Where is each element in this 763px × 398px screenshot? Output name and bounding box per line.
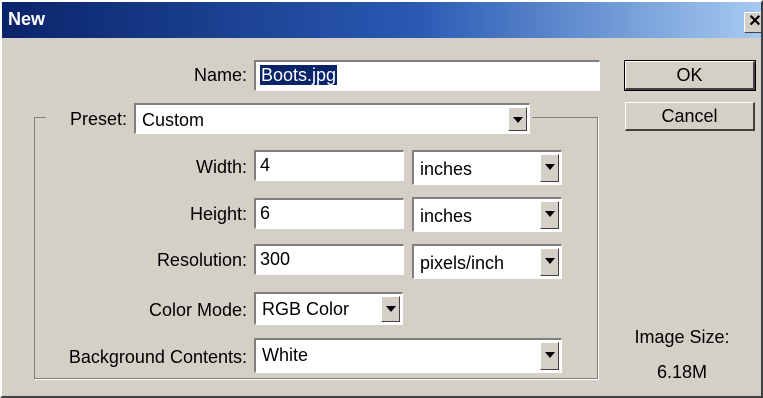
width-unit-chevron-down-icon[interactable]: [540, 154, 559, 182]
color-mode-dropdown[interactable]: RGB Color: [254, 292, 403, 325]
dialog-title: New: [8, 9, 46, 29]
image-size-value: 6.18M: [656, 362, 708, 382]
width-unit-value: inches: [420, 159, 473, 179]
height-unit-chevron-down-icon[interactable]: [540, 201, 559, 229]
width-label: Width:: [195, 157, 247, 177]
name-label: Name:: [193, 65, 247, 85]
name-input[interactable]: Boots.jpg: [254, 60, 600, 91]
resolution-value: 300: [260, 249, 291, 269]
new-document-dialog: New ✕ Name: Boots.jpg Preset: Custom Wid…: [0, 0, 763, 398]
resolution-unit-chevron-down-icon[interactable]: [540, 248, 559, 276]
color-mode-chevron-down-icon[interactable]: [381, 296, 400, 322]
width-input[interactable]: 4: [254, 150, 404, 181]
background-contents-value: White: [262, 345, 309, 365]
height-label: Height:: [189, 204, 247, 224]
width-unit-dropdown[interactable]: inches: [412, 150, 562, 185]
color-mode-label: Color Mode:: [148, 300, 247, 320]
title-bar[interactable]: New ✕: [2, 2, 761, 38]
cancel-button[interactable]: Cancel: [625, 102, 755, 131]
close-icon[interactable]: ✕: [744, 12, 761, 33]
resolution-unit-dropdown[interactable]: pixels/inch: [412, 244, 562, 279]
image-size-label: Image Size:: [634, 327, 730, 347]
width-value: 4: [260, 155, 271, 175]
resolution-label: Resolution:: [156, 250, 247, 270]
name-value: Boots.jpg: [260, 65, 338, 85]
color-mode-value: RGB Color: [262, 299, 350, 319]
height-value: 6: [260, 203, 271, 223]
resolution-unit-value: pixels/inch: [420, 253, 505, 273]
preset-label: Preset:: [69, 109, 127, 129]
preset-dropdown[interactable]: Custom: [134, 103, 530, 134]
height-unit-value: inches: [420, 206, 473, 226]
background-contents-chevron-down-icon[interactable]: [540, 342, 559, 370]
preset-chevron-down-icon[interactable]: [508, 107, 527, 131]
resolution-input[interactable]: 300: [254, 244, 404, 275]
height-unit-dropdown[interactable]: inches: [412, 197, 562, 232]
background-contents-dropdown[interactable]: White: [254, 338, 562, 373]
height-input[interactable]: 6: [254, 198, 404, 229]
ok-button[interactable]: OK: [624, 60, 756, 91]
background-contents-label: Background Contents:: [68, 347, 247, 367]
preset-value: Custom: [142, 110, 205, 130]
